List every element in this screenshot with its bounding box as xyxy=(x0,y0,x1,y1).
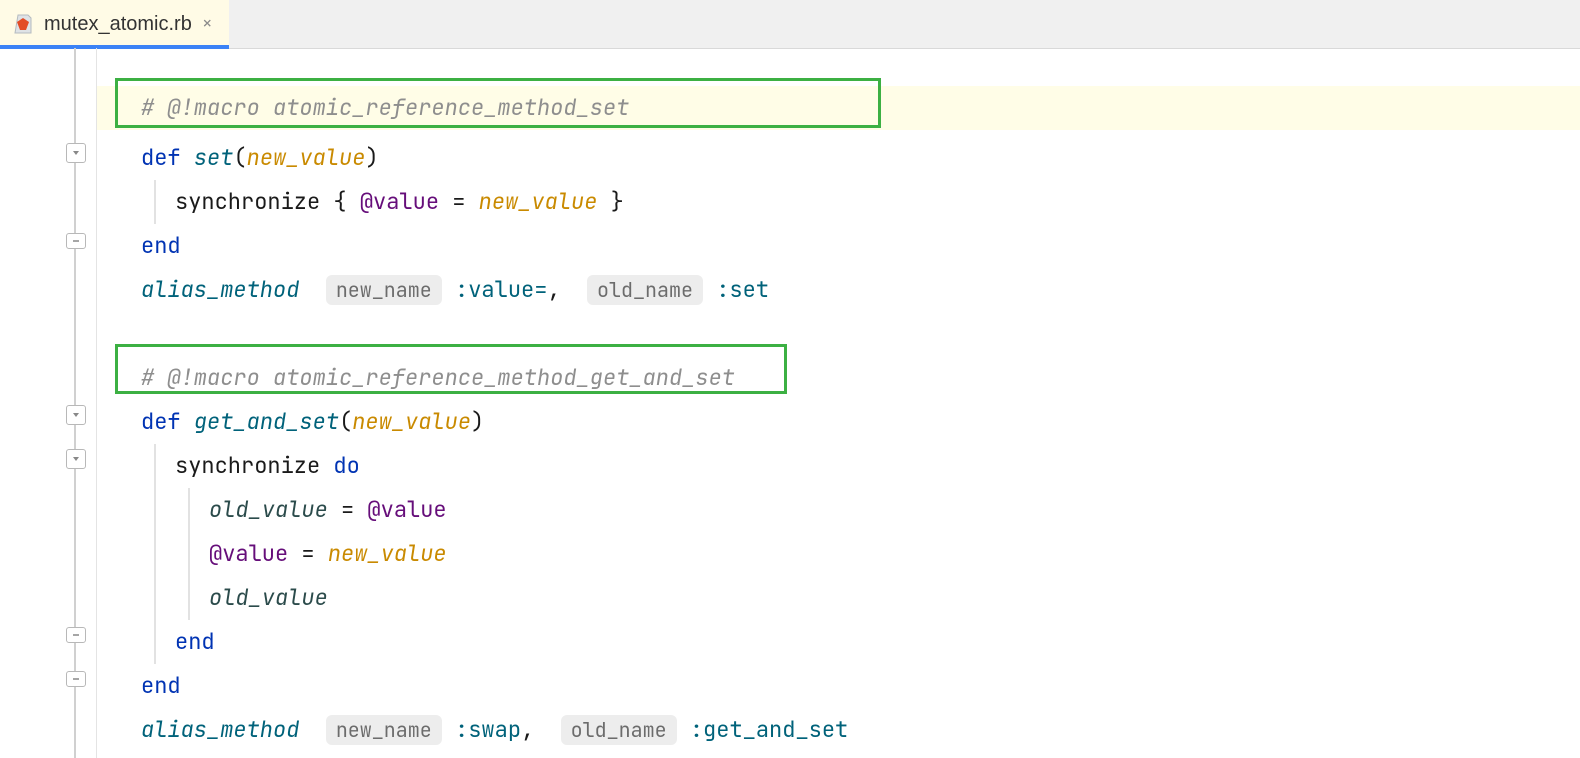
code-area[interactable]: # @!macro atomic_reference_method_set de… xyxy=(97,48,1580,758)
code-line-comment-1: # @!macro atomic_reference_method_set xyxy=(97,86,1580,130)
fold-handle-get-and-set[interactable] xyxy=(66,405,86,425)
inlay-hint-old-name: old_name xyxy=(561,715,677,745)
code-line-end-set: end xyxy=(97,224,1580,268)
code-line-comment-2: # @!macro atomic_reference_method_get_an… xyxy=(97,356,1580,400)
code-line-old-return: old_value xyxy=(97,576,1580,620)
fold-end-do-block[interactable] xyxy=(66,627,86,643)
code-line-end-get-and-set: end xyxy=(97,664,1580,708)
tab-close-icon[interactable]: × xyxy=(202,15,213,33)
code-line-old-assign: old_value = @value xyxy=(97,488,1580,532)
code-line-blank xyxy=(97,312,1580,356)
code-line-ivar-assign: @value = new_value xyxy=(97,532,1580,576)
tab-mutex-atomic[interactable]: mutex_atomic.rb × xyxy=(0,0,229,48)
comment-macro-set: # @!macro atomic_reference_method_set xyxy=(141,93,629,122)
gutter xyxy=(0,48,97,758)
inlay-hint-new-name: new_name xyxy=(326,275,442,305)
ruby-file-icon xyxy=(12,13,34,35)
code-line-def-set: def set(new_value) xyxy=(97,136,1580,180)
code-line-sync-block: synchronize { @value = new_value } xyxy=(97,180,1580,224)
editor-window: { "tab": { "filename": "mutex_atomic.rb"… xyxy=(0,0,1580,758)
tab-label: mutex_atomic.rb xyxy=(44,2,192,46)
code-line-end-do: end xyxy=(97,620,1580,664)
code-line-alias-swap: alias_method new_name :swap, old_name :g… xyxy=(97,708,1580,752)
fold-end-get-and-set[interactable] xyxy=(66,671,86,687)
tab-strip: mutex_atomic.rb × xyxy=(0,0,1580,49)
code-line-sync-do: synchronize do xyxy=(97,444,1580,488)
code-line-alias-value: alias_method new_name :value=, old_name … xyxy=(97,268,1580,312)
code-line-def-get-and-set: def get_and_set(new_value) xyxy=(97,400,1580,444)
editor-area: # @!macro atomic_reference_method_set de… xyxy=(0,48,1580,758)
fold-handle-do-block[interactable] xyxy=(66,449,86,469)
fold-end-set[interactable] xyxy=(66,233,86,249)
inlay-hint-old-name: old_name xyxy=(587,275,703,305)
fold-column xyxy=(66,48,96,758)
fold-handle-set[interactable] xyxy=(66,143,86,163)
comment-macro-get-and-set: # @!macro atomic_reference_method_get_an… xyxy=(141,363,735,392)
inlay-hint-new-name: new_name xyxy=(326,715,442,745)
